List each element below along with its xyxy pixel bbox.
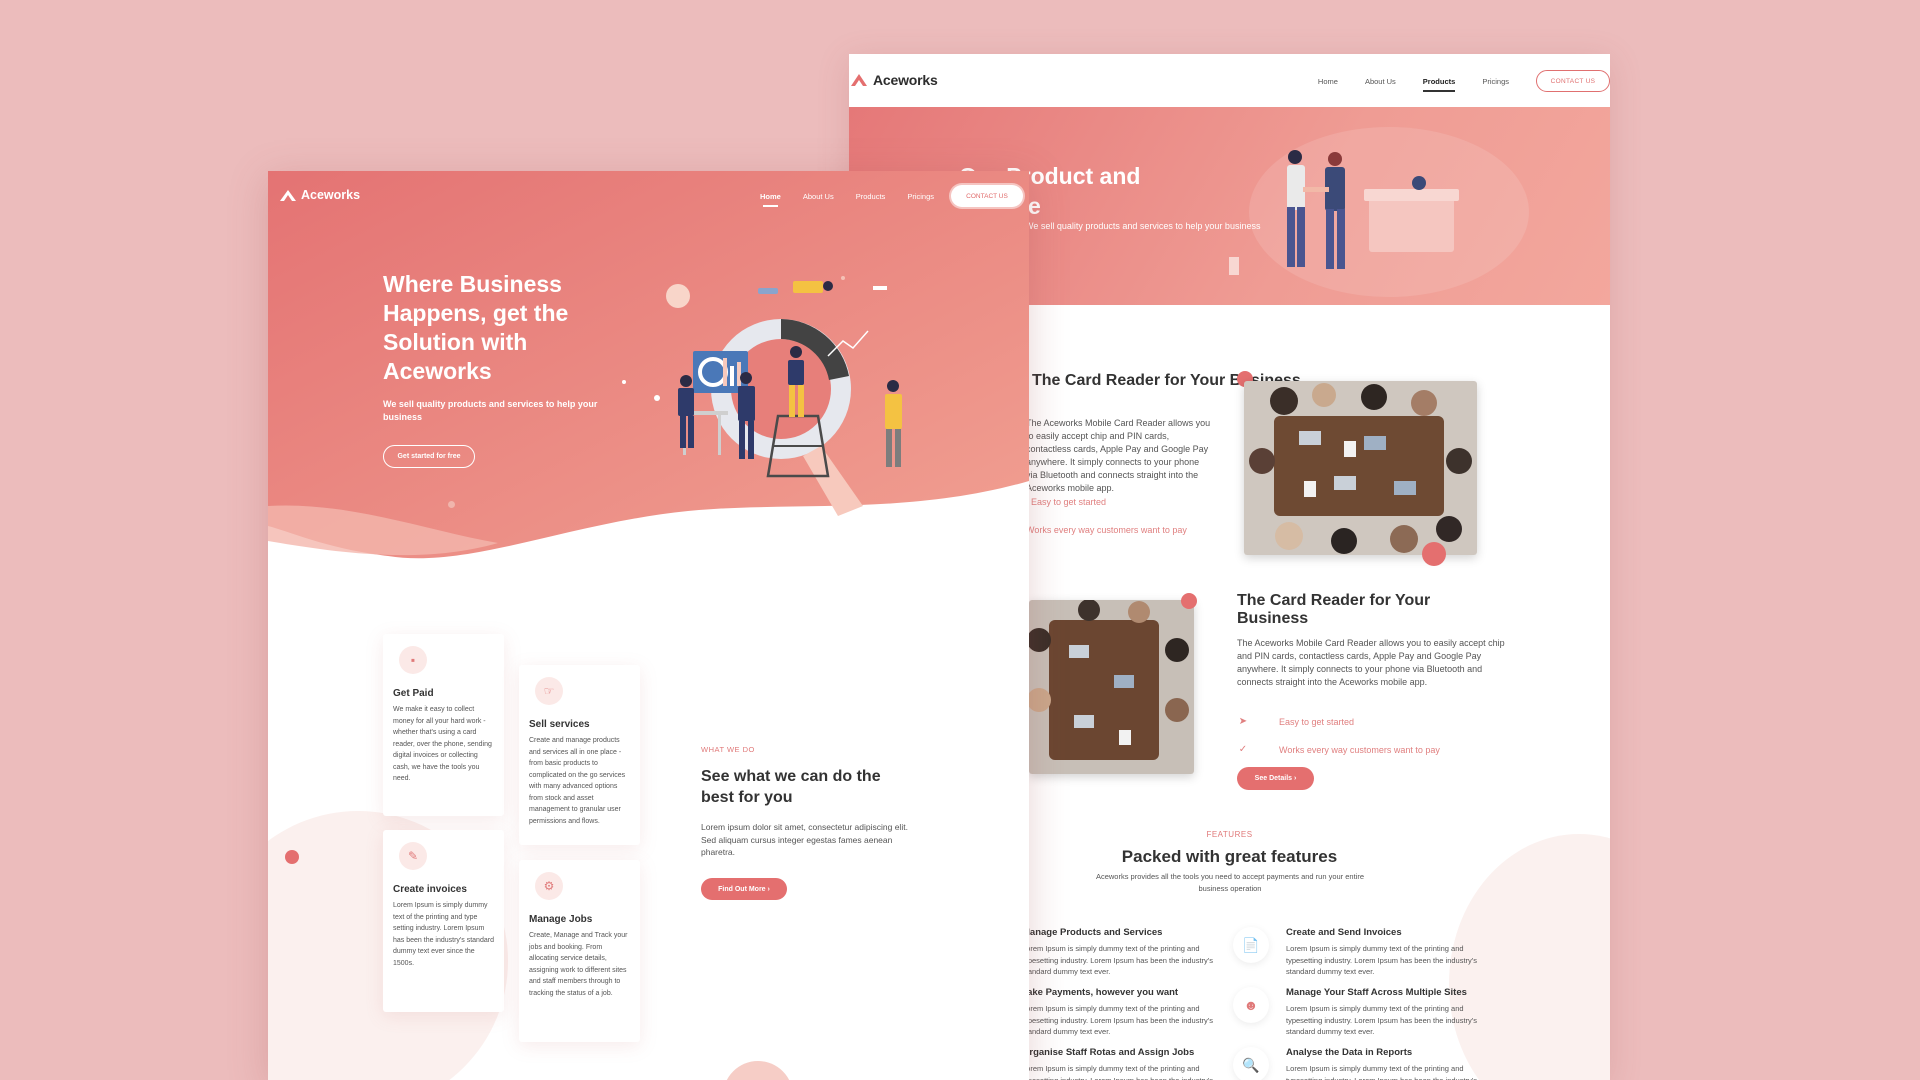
hero-subtitle: We sell quality products and services to… [383, 399, 598, 422]
card-title: Create invoices [393, 884, 467, 895]
gear-icon: ⚙ [535, 872, 563, 900]
feature-title: Manage Your Staff Across Multiple Sites [1286, 987, 1467, 998]
background-blob [723, 1061, 793, 1080]
send-icon: ➤ [1238, 716, 1248, 727]
brand-name: Aceworks [301, 188, 361, 202]
decor-dot [285, 850, 299, 864]
feature-text: Lorem Ipsum is simply dummy text of the … [1022, 944, 1213, 976]
card-title: Get Paid [393, 688, 434, 699]
user-icon: ☻ [1233, 987, 1269, 1023]
wallet-icon: ▪ [399, 646, 427, 674]
card-text: Create, Manage and Track your jobs and b… [529, 932, 628, 997]
feature-text: Lorem Ipsum is simply dummy text of the … [1286, 1064, 1477, 1080]
nav-menu: Home About Us Products Pricings CONTACT … [760, 185, 1023, 207]
feature-item: Analyse the Data in Reports Lorem Ipsum … [1286, 1047, 1496, 1080]
point-get-started-label: Easy to get started [1279, 716, 1355, 727]
nav-products[interactable]: Products [1422, 77, 1455, 92]
feature-item: Take Payments, however you want Lorem Ip… [1022, 987, 1232, 1038]
feature-item: Manage Products and Services Lorem Ipsum… [1022, 927, 1232, 978]
handshake-illustration [1229, 150, 1459, 275]
meeting-photo-image [1244, 381, 1477, 555]
nav-pricings[interactable]: Pricings [1482, 77, 1509, 86]
section-1-link-get-started[interactable]: Easy to get started [1031, 497, 1106, 507]
feature-title: Organise Staff Rotas and Assign Jobs [1022, 1047, 1195, 1058]
get-started-button[interactable]: Get started for free [383, 445, 475, 468]
feature-card-create-invoices[interactable]: ✎ Create invoices Lorem Ipsum is simply … [383, 830, 504, 1012]
meeting-photo-image [1029, 600, 1194, 774]
home-hero: Aceworks Home About Us Products Pricings… [268, 171, 1029, 571]
card-title: Sell services [529, 719, 590, 730]
contact-us-button[interactable]: CONTACT US [1536, 70, 1610, 92]
nav-about-us[interactable]: About Us [803, 192, 834, 201]
hero-title: Where Business Happens, get the Solution… [383, 271, 569, 384]
find-out-more-button[interactable]: Find Out More › [701, 878, 787, 900]
feature-card-sell-services[interactable]: ☞ Sell services Create and manage produc… [519, 665, 640, 845]
point-pay-label: Works every way customers want to pay [1279, 744, 1440, 755]
section-2-text: The Aceworks Mobile Card Reader allows y… [1237, 638, 1505, 687]
feature-title: Create and Send Invoices [1286, 927, 1402, 938]
feature-text: Lorem Ipsum is simply dummy text of the … [1286, 944, 1477, 976]
about-eyebrow: WHAT WE DO [701, 745, 755, 754]
report-icon: 🔍 [1233, 1047, 1269, 1080]
aceworks-logo-icon [851, 74, 867, 86]
invoice-icon: ✎ [399, 842, 427, 870]
aceworks-logo-icon [280, 189, 296, 201]
team-meeting-photo-2 [1029, 600, 1194, 774]
nav-pricings[interactable]: Pricings [907, 192, 934, 201]
products-navbar: Aceworks Home About Us Products Pricings… [849, 54, 1610, 107]
nav-home[interactable]: Home [760, 192, 781, 207]
invoice-icon: 📄 [1233, 927, 1269, 963]
feature-item: Manage Your Staff Across Multiple Sites … [1286, 987, 1496, 1038]
nav-about-us[interactable]: About Us [1365, 77, 1396, 86]
decor-dot [448, 501, 455, 508]
point-get-started: ➤ Easy to get started [1237, 716, 1354, 727]
feature-title: Analyse the Data in Reports [1286, 1047, 1413, 1058]
nav-products[interactable]: Products [856, 192, 886, 201]
section-2-title: The Card Reader for Your Business [1237, 592, 1431, 627]
features-subtitle: Aceworks provides all the tools you need… [1095, 872, 1365, 893]
brand-logo[interactable]: Aceworks [851, 72, 938, 88]
contact-us-button[interactable]: CONTACT US [951, 185, 1023, 207]
brand-logo[interactable]: Aceworks [280, 188, 360, 202]
feature-title: Take Payments, however you want [1022, 987, 1179, 998]
feature-card-manage-jobs[interactable]: ⚙ Manage Jobs Create, Manage and Track y… [519, 860, 640, 1042]
see-details-button[interactable]: See Details › [1237, 767, 1314, 790]
about-title: See what we can do the best for you [701, 768, 881, 806]
feature-text: Lorem Ipsum is simply dummy text of the … [1022, 1004, 1213, 1036]
hand-money-icon: ☞ [535, 677, 563, 705]
feature-title: Manage Products and Services [1022, 927, 1163, 938]
nav-home[interactable]: Home [1318, 77, 1338, 86]
decor-dot [622, 380, 626, 384]
double-check-icon: ✓ [1238, 744, 1248, 755]
section-1-link-pay[interactable]: Works every way customers want to pay [1026, 525, 1187, 535]
card-text: We make it easy to collect money for all… [393, 706, 492, 782]
decor-dot [1422, 542, 1446, 566]
decor-dot [1181, 593, 1197, 609]
team-meeting-photo [1244, 381, 1477, 555]
card-text: Create and manage products and services … [529, 737, 626, 825]
feature-text: Lorem Ipsum is simply dummy text of the … [1022, 1064, 1213, 1080]
point-pay: ✓ Works every way customers want to pay [1237, 744, 1440, 755]
home-page-window: Aceworks Home About Us Products Pricings… [268, 171, 1029, 1080]
business-team-illustration [654, 276, 902, 516]
nav-menu: Home About Us Products Pricings CONTACT … [1318, 70, 1610, 92]
feature-card-get-paid[interactable]: ▪ Get Paid We make it easy to collect mo… [383, 634, 504, 816]
feature-item: Organise Staff Rotas and Assign Jobs Lor… [1022, 1047, 1232, 1080]
feature-text: Lorem Ipsum is simply dummy text of the … [1286, 1004, 1477, 1036]
card-title: Manage Jobs [529, 914, 593, 925]
hero-subtitle: We sell quality products and services to… [1025, 221, 1261, 231]
brand-name: Aceworks [873, 72, 938, 88]
section-1-text: The Aceworks Mobile Card Reader allows y… [1026, 418, 1211, 493]
about-text: Lorem ipsum dolor sit amet, consectetur … [701, 822, 908, 857]
feature-item: Create and Send Invoices Lorem Ipsum is … [1286, 927, 1496, 978]
card-text: Lorem Ipsum is simply dummy text of the … [393, 902, 494, 967]
